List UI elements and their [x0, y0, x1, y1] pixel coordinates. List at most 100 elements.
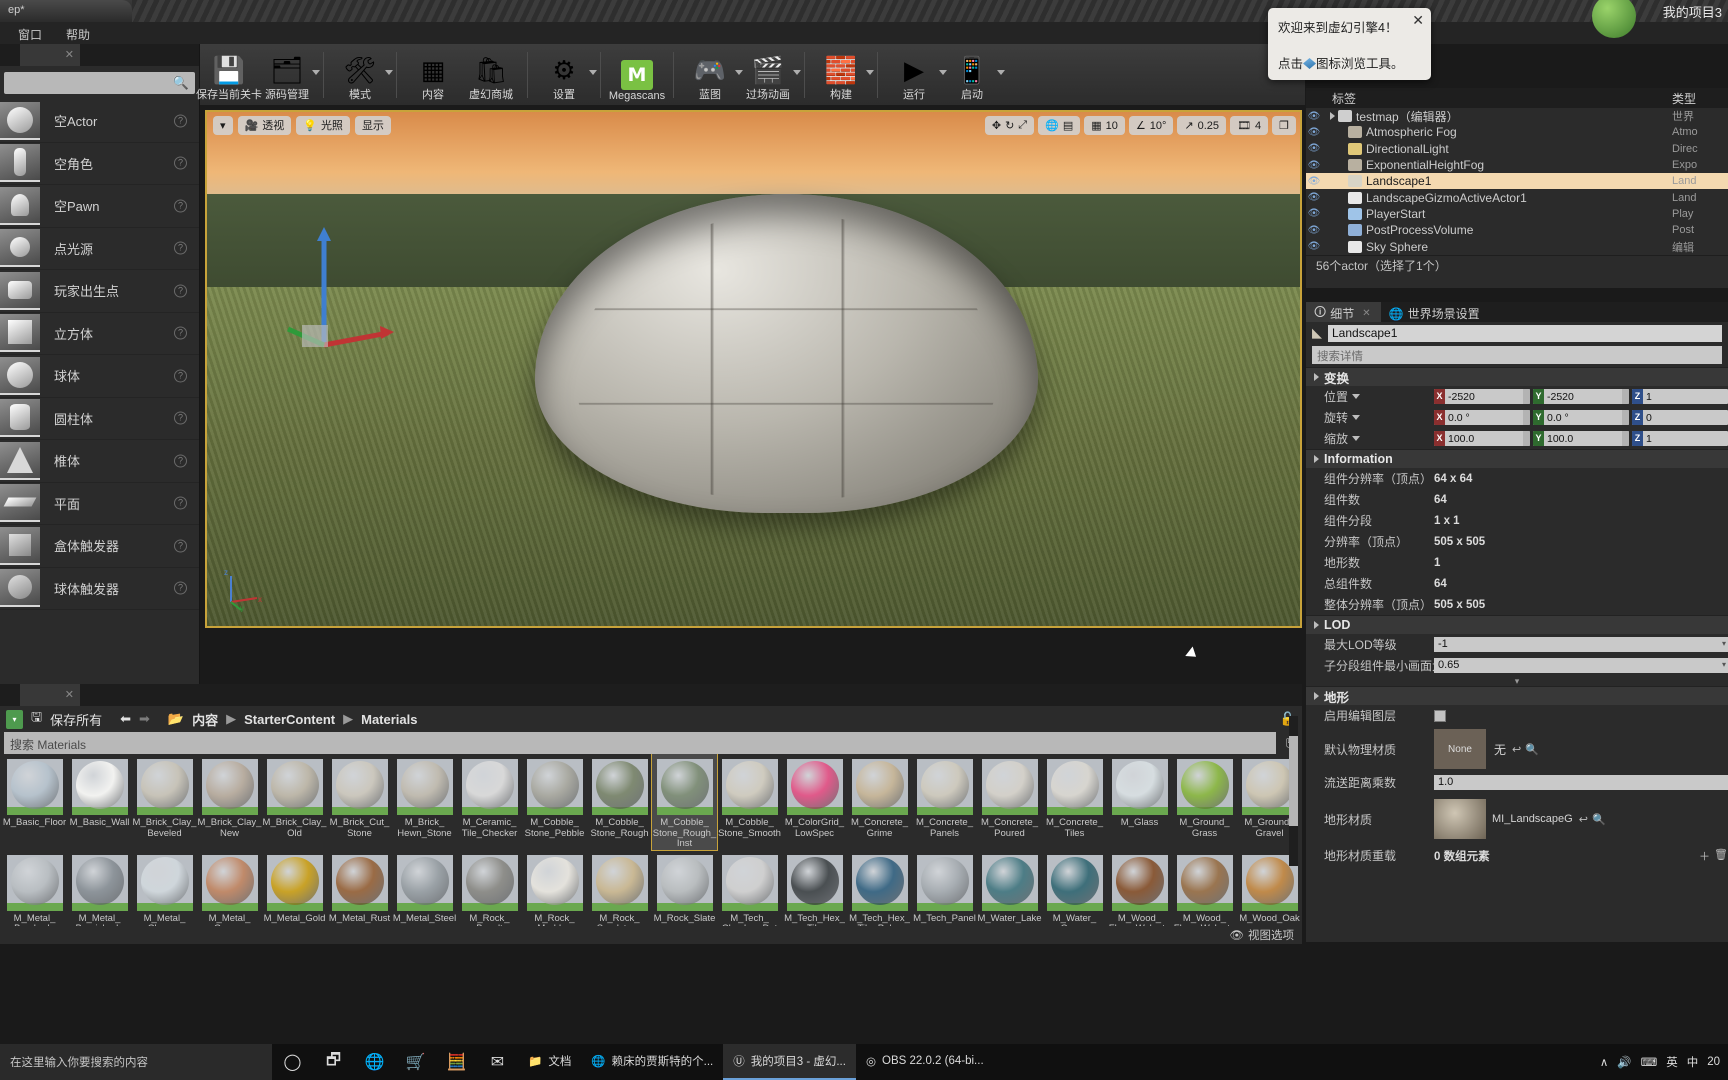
asset-tile[interactable]: M_Cobble_Stone_Pebble [522, 754, 587, 850]
asset-tile[interactable]: M_Concrete_Tiles [1042, 754, 1107, 850]
section-transform[interactable]: 变换 [1306, 367, 1728, 386]
toolbar-launch-button[interactable]: 📱 启动 [943, 46, 1005, 104]
help-icon[interactable]: ? [174, 411, 187, 425]
place-item-空角色[interactable]: 空角色? [0, 143, 199, 185]
close-icon[interactable]: ✕ [1362, 308, 1370, 319]
view-options-button[interactable]: 视图选项 [1248, 927, 1294, 943]
outliner-row-DirectionalLight[interactable]: 👁 DirectionalLight Direc [1306, 141, 1728, 157]
asset-tile[interactable]: M_Cobble_Stone_Smooth [717, 754, 782, 850]
grid-snap-control[interactable]: ▦ 10 [1084, 116, 1125, 135]
browse-icon[interactable]: 🔍 [1592, 813, 1606, 826]
mail-icon[interactable]: ✉ [477, 1044, 518, 1080]
chevron-down-icon[interactable] [1352, 394, 1361, 399]
chevron-down-icon[interactable] [312, 69, 320, 75]
keyboard-icon[interactable]: ⌨ [1641, 1055, 1658, 1069]
coordinate-system-group[interactable]: 🌐 ▤ [1038, 116, 1081, 135]
transform-row-label[interactable]: 位置 [1324, 388, 1434, 405]
toolbar-content-button[interactable]: ▦ 内容 [404, 46, 462, 104]
lod-expander[interactable]: ▾ [1306, 676, 1728, 686]
outliner-row-ExponentialHeightFog[interactable]: 👁 ExponentialHeightFog Expo [1306, 157, 1728, 173]
toolbar-blueprint-button[interactable]: 🎮 蓝图 [681, 46, 743, 104]
asset-tile[interactable]: M_Concrete_Panels [912, 754, 977, 850]
chevron-down-icon[interactable] [866, 69, 874, 75]
chevron-down-icon[interactable] [1352, 415, 1361, 420]
breadcrumb-materials[interactable]: Materials [361, 712, 417, 727]
back-arrow-icon[interactable]: ↩ [1512, 743, 1521, 756]
visibility-eye-icon[interactable]: 👁 [1306, 225, 1322, 236]
transform-row-label[interactable]: 缩放 [1324, 430, 1434, 447]
breadcrumb-startercontent[interactable]: StarterContent [244, 712, 335, 727]
browse-icon[interactable]: 🔍 [1525, 743, 1539, 756]
scale-icon[interactable]: ⤢ [1018, 119, 1027, 132]
content-scrollbar-thumb[interactable] [1289, 736, 1298, 826]
chevron-down-icon[interactable] [1352, 436, 1361, 441]
field-y[interactable]: Y -2520 [1533, 389, 1629, 404]
field-z[interactable]: Z0 [1632, 410, 1728, 425]
ime-english-icon[interactable]: 英 [1666, 1054, 1678, 1070]
visibility-eye-icon[interactable]: 👁 [1306, 208, 1322, 219]
viewport-options-button[interactable]: ▾ [213, 115, 233, 135]
add-icon[interactable]: ＋ [1699, 848, 1710, 864]
select-icon[interactable]: ✥ [992, 119, 1001, 132]
add-new-button[interactable]: ▾ [6, 709, 23, 729]
asset-tile[interactable]: M_Basic_Wall [67, 754, 132, 850]
asset-tile[interactable]: M_Basic_Floor [2, 754, 67, 850]
place-item-点光源[interactable]: 点光源? [0, 228, 199, 270]
help-icon[interactable]: ? [174, 156, 187, 170]
level-viewport[interactable]: ▾ 🎥 透视 💡 光照 显示 ✥ ↻ ⤢ 🌐 ▤ ▦ 10 ∠ 10° ↗ 0.25 🎞 4 ❐ … [205, 110, 1302, 628]
delete-icon[interactable]: 🗑 [1714, 848, 1728, 864]
help-icon[interactable]: ? [174, 369, 187, 383]
outliner-row-Sky Sphere[interactable]: 👁 Sky Sphere 编辑 [1306, 238, 1728, 254]
asset-tile[interactable]: M_ColorGrid_LowSpec [782, 754, 847, 850]
place-item-椎体[interactable]: 椎体? [0, 440, 199, 483]
back-arrow-icon[interactable]: ⬅ [120, 711, 131, 727]
toolbar-save-button[interactable]: 💾 保存当前关卡 [196, 46, 262, 104]
chevron-down-icon[interactable] [589, 69, 597, 75]
help-icon[interactable]: ? [174, 496, 187, 510]
asset-tile[interactable]: M_Glass [1107, 754, 1172, 850]
expand-triangle-icon[interactable] [1330, 112, 1335, 121]
asset-tile[interactable]: M_Brick_Clay_New [197, 754, 262, 850]
forward-arrow-icon[interactable]: ➡ [139, 711, 150, 727]
content-scrollbar[interactable] [1289, 716, 1298, 866]
outliner-col-type[interactable]: 类型 [1672, 90, 1728, 107]
landscape-material-thumb[interactable] [1434, 799, 1486, 839]
rotate-icon[interactable]: ↻ [1005, 119, 1014, 132]
tab-details[interactable]: 🛈 细节 ✕ [1306, 302, 1381, 322]
task-view-icon[interactable]: 🗗 [313, 1044, 354, 1080]
section-lod[interactable]: LOD [1306, 615, 1728, 634]
help-icon[interactable]: ? [174, 284, 187, 298]
close-icon[interactable]: ✕ [65, 688, 74, 701]
asset-tile[interactable]: M_Ceramic_Tile_Checker [457, 754, 522, 850]
details-search-input[interactable]: 搜索详情 [1312, 346, 1722, 364]
store-icon[interactable]: 🛒 [395, 1044, 436, 1080]
place-item-玩家出生点[interactable]: 玩家出生点? [0, 270, 199, 313]
place-item-空Actor[interactable]: 空Actor? [0, 100, 199, 143]
angle-snap-control[interactable]: ∠ 10° [1128, 116, 1174, 135]
outliner-row-testmap（编辑器）[interactable]: 👁 testmap（编辑器） 世界 [1306, 108, 1728, 124]
toolbar-settings-gear-button[interactable]: ⚙ 设置 [535, 46, 597, 104]
transform-row-label[interactable]: 旋转 [1324, 409, 1434, 426]
actor-name-field[interactable] [1328, 324, 1722, 342]
transform-gizmo[interactable] [284, 225, 394, 355]
viewport-lighting-button[interactable]: 💡 光照 [296, 115, 350, 135]
outliner-row-LandscapeGizmoActiveActor1[interactable]: 👁 LandscapeGizmoActiveActor1 Land [1306, 189, 1728, 205]
content-browser-tab[interactable]: ✕ [20, 684, 80, 706]
taskbar-app-obs[interactable]: ◎ OBS 22.0.2 (64-bi... [856, 1044, 994, 1080]
field-z[interactable]: Z1 [1632, 431, 1728, 446]
help-icon[interactable]: ? [174, 581, 187, 595]
toolbar-cinematics-button[interactable]: 🎬 过场动画 [739, 46, 801, 104]
tab-world-settings[interactable]: 🌐 世界场景设置 [1381, 302, 1490, 322]
asset-tile[interactable]: M_Ground_Grass [1172, 754, 1237, 850]
chevron-down-icon[interactable] [385, 69, 393, 75]
help-icon[interactable]: ? [174, 454, 187, 468]
place-item-盒体触发器[interactable]: 盒体触发器? [0, 525, 199, 568]
asset-tile[interactable]: M_Cobble_Stone_Rough_Inst [651, 754, 718, 851]
viewport-show-button[interactable]: 显示 [354, 115, 391, 135]
back-arrow-icon[interactable]: ↩ [1579, 813, 1588, 826]
asset-tile[interactable]: M_Concrete_Grime [847, 754, 912, 850]
outliner-row-PlayerStart[interactable]: 👁 PlayerStart Play [1306, 206, 1728, 222]
volume-icon[interactable]: 🔊 [1617, 1055, 1631, 1069]
field-z[interactable]: Z1 [1632, 389, 1728, 404]
taskbar-app-unreal[interactable]: Ⓤ 我的项目3 - 虚幻... [723, 1044, 856, 1080]
